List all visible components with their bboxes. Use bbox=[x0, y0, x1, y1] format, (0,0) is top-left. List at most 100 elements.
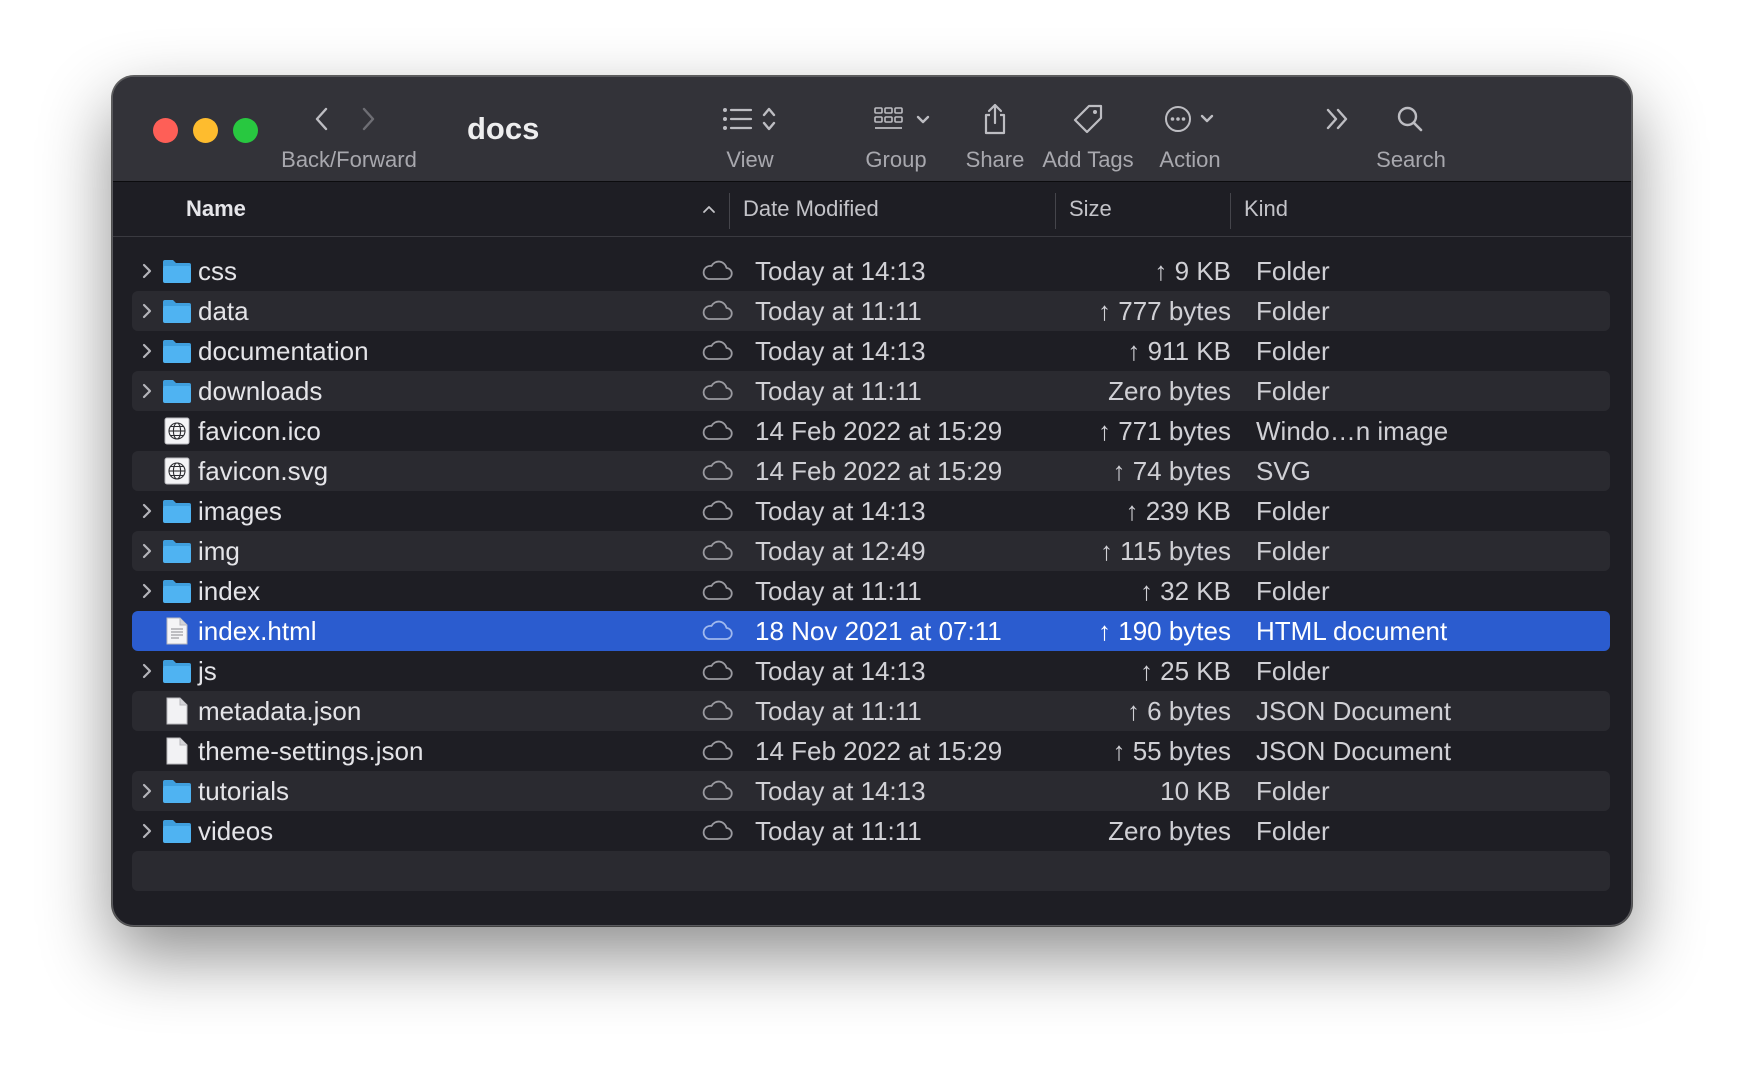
share-button[interactable] bbox=[975, 99, 1015, 139]
file-name: metadata.json bbox=[198, 696, 362, 726]
folder-icon bbox=[162, 811, 192, 851]
file-row[interactable]: favicon.ico 14 Feb 2022 at 15:29 ↑ 771 byt… bbox=[132, 411, 1610, 451]
toolbar: Back/Forward docs View Group Share Add T… bbox=[113, 77, 1631, 182]
file-kind: Folder bbox=[1256, 656, 1330, 686]
file-name: favicon.ico bbox=[198, 416, 321, 446]
file-row[interactable]: index Today at 11:11 ↑ 32 KB Folder bbox=[132, 571, 1610, 611]
disclosure-chevron-icon[interactable] bbox=[138, 771, 156, 811]
file-date-modified: Today at 14:13 bbox=[755, 256, 926, 286]
file-row[interactable]: favicon.svg 14 Feb 2022 at 15:29 ↑ 74 byte… bbox=[132, 451, 1610, 491]
folder-icon bbox=[162, 291, 192, 331]
file-name: favicon.svg bbox=[198, 456, 329, 486]
sort-ascending-icon[interactable] bbox=[697, 182, 721, 236]
disclosure-chevron-icon[interactable] bbox=[138, 811, 156, 851]
file-row[interactable]: images Today at 14:13 ↑ 239 KB Folder bbox=[132, 491, 1610, 531]
column-kind[interactable]: Kind bbox=[1244, 182, 1288, 236]
file-row[interactable]: data Today at 11:11 ↑ 777 bytes Folder bbox=[132, 291, 1610, 331]
disclosure-chevron-icon[interactable] bbox=[138, 331, 156, 371]
file-row[interactable]: tutorials Today at 14:13 10 KB Folder bbox=[132, 771, 1610, 811]
file-kind: Folder bbox=[1256, 576, 1330, 606]
file-size: ↑ 911 KB bbox=[1127, 336, 1231, 366]
document-icon bbox=[162, 691, 192, 731]
search-button[interactable] bbox=[1393, 99, 1427, 139]
forward-button[interactable] bbox=[355, 99, 381, 139]
file-kind: Folder bbox=[1256, 256, 1330, 286]
file-date-modified: Today at 11:11 bbox=[755, 576, 922, 606]
chevron-left-icon bbox=[315, 107, 328, 131]
file-date-modified: 14 Feb 2022 at 15:29 bbox=[755, 416, 1003, 446]
finder-window: Back/Forward docs View Group Share Add T… bbox=[112, 76, 1632, 926]
column-divider[interactable] bbox=[1230, 193, 1231, 229]
disclosure-chevron-icon[interactable] bbox=[138, 491, 156, 531]
group-button[interactable] bbox=[873, 99, 939, 139]
disclosure-chevron-icon[interactable] bbox=[138, 571, 156, 611]
icloud-status-icon bbox=[700, 451, 734, 491]
file-size: ↑ 115 bytes bbox=[1099, 536, 1231, 566]
disclosure-chevron-icon[interactable] bbox=[138, 251, 156, 291]
minimize-button[interactable] bbox=[193, 118, 218, 143]
more-toolbar-button[interactable] bbox=[1323, 99, 1353, 139]
zoom-button[interactable] bbox=[233, 118, 258, 143]
file-row[interactable]: metadata.json Today at 11:11 ↑ 6 bytes JSON… bbox=[132, 691, 1610, 731]
icloud-status-icon bbox=[700, 651, 734, 691]
file-name: downloads bbox=[198, 376, 323, 406]
file-name: data bbox=[198, 296, 249, 326]
file-size: 10 KB bbox=[1160, 776, 1231, 806]
disclosure-chevron-icon[interactable] bbox=[138, 371, 156, 411]
file-row[interactable]: theme-settings.json 14 Feb 2022 at 15:29 ↑… bbox=[132, 731, 1610, 771]
file-kind: Windo…n image bbox=[1256, 416, 1449, 446]
file-name: js bbox=[198, 656, 217, 686]
close-button[interactable] bbox=[153, 118, 178, 143]
column-size[interactable]: Size bbox=[1069, 182, 1112, 236]
column-divider[interactable] bbox=[1055, 193, 1056, 229]
folder-icon bbox=[162, 771, 192, 811]
view-button[interactable] bbox=[721, 99, 787, 139]
file-name: img bbox=[198, 536, 240, 566]
column-name[interactable]: Name bbox=[186, 182, 246, 236]
file-kind: Folder bbox=[1256, 296, 1330, 326]
file-kind: JSON Document bbox=[1256, 696, 1452, 726]
file-kind: HTML document bbox=[1256, 616, 1448, 646]
column-date-modified[interactable]: Date Modified bbox=[743, 182, 879, 236]
file-row[interactable]: js Today at 14:13 ↑ 25 KB Folder bbox=[132, 651, 1610, 691]
action-button[interactable] bbox=[1163, 99, 1223, 139]
folder-icon bbox=[162, 331, 192, 371]
file-size: ↑ 771 bytes bbox=[1098, 416, 1231, 446]
disclosure-chevron-icon[interactable] bbox=[138, 651, 156, 691]
file-kind: Folder bbox=[1256, 376, 1330, 406]
file-date-modified: Today at 12:49 bbox=[755, 536, 926, 566]
file-row[interactable]: index.html 18 Nov 2021 at 07:11 ↑ 190 byte… bbox=[132, 611, 1610, 651]
globe-file-icon bbox=[162, 451, 192, 491]
file-size: ↑ 9 KB bbox=[1154, 256, 1231, 286]
file-row[interactable]: downloads Today at 11:11 Zero bytes Folder bbox=[132, 371, 1610, 411]
file-size: ↑ 6 bytes bbox=[1126, 696, 1231, 726]
icloud-status-icon bbox=[700, 371, 734, 411]
document-icon bbox=[162, 731, 192, 771]
icloud-status-icon bbox=[700, 411, 734, 451]
html-file-icon bbox=[162, 611, 192, 651]
file-date-modified: Today at 14:13 bbox=[755, 336, 926, 366]
empty-row bbox=[132, 851, 1610, 891]
file-date-modified: Today at 14:13 bbox=[755, 776, 926, 806]
file-row[interactable]: css Today at 14:13 ↑ 9 KB Folder bbox=[132, 251, 1610, 291]
disclosure-chevron-icon[interactable] bbox=[138, 291, 156, 331]
file-kind: Folder bbox=[1256, 776, 1330, 806]
back-button[interactable] bbox=[309, 99, 335, 139]
icloud-status-icon bbox=[700, 291, 734, 331]
add-tags-button[interactable] bbox=[1068, 99, 1108, 139]
icloud-status-icon bbox=[700, 331, 734, 371]
action-label: Action bbox=[1159, 147, 1221, 172]
folder-icon bbox=[162, 531, 192, 571]
add-tags-label: Add Tags bbox=[1042, 147, 1134, 172]
icloud-status-icon bbox=[700, 771, 734, 811]
double-chevron-right-icon bbox=[1326, 108, 1348, 130]
file-row[interactable]: videos Today at 11:11 Zero bytes Folder bbox=[132, 811, 1610, 851]
column-divider[interactable] bbox=[729, 193, 730, 229]
globe-file-icon bbox=[162, 411, 192, 451]
file-row[interactable]: img Today at 12:49 ↑ 115 bytes Folder bbox=[132, 531, 1610, 571]
file-name: videos bbox=[198, 816, 274, 846]
file-date-modified: 14 Feb 2022 at 15:29 bbox=[755, 456, 1003, 486]
file-kind: Folder bbox=[1256, 536, 1330, 566]
file-row[interactable]: documentation Today at 14:13 ↑ 911 KB Folde… bbox=[132, 331, 1610, 371]
disclosure-chevron-icon[interactable] bbox=[138, 531, 156, 571]
